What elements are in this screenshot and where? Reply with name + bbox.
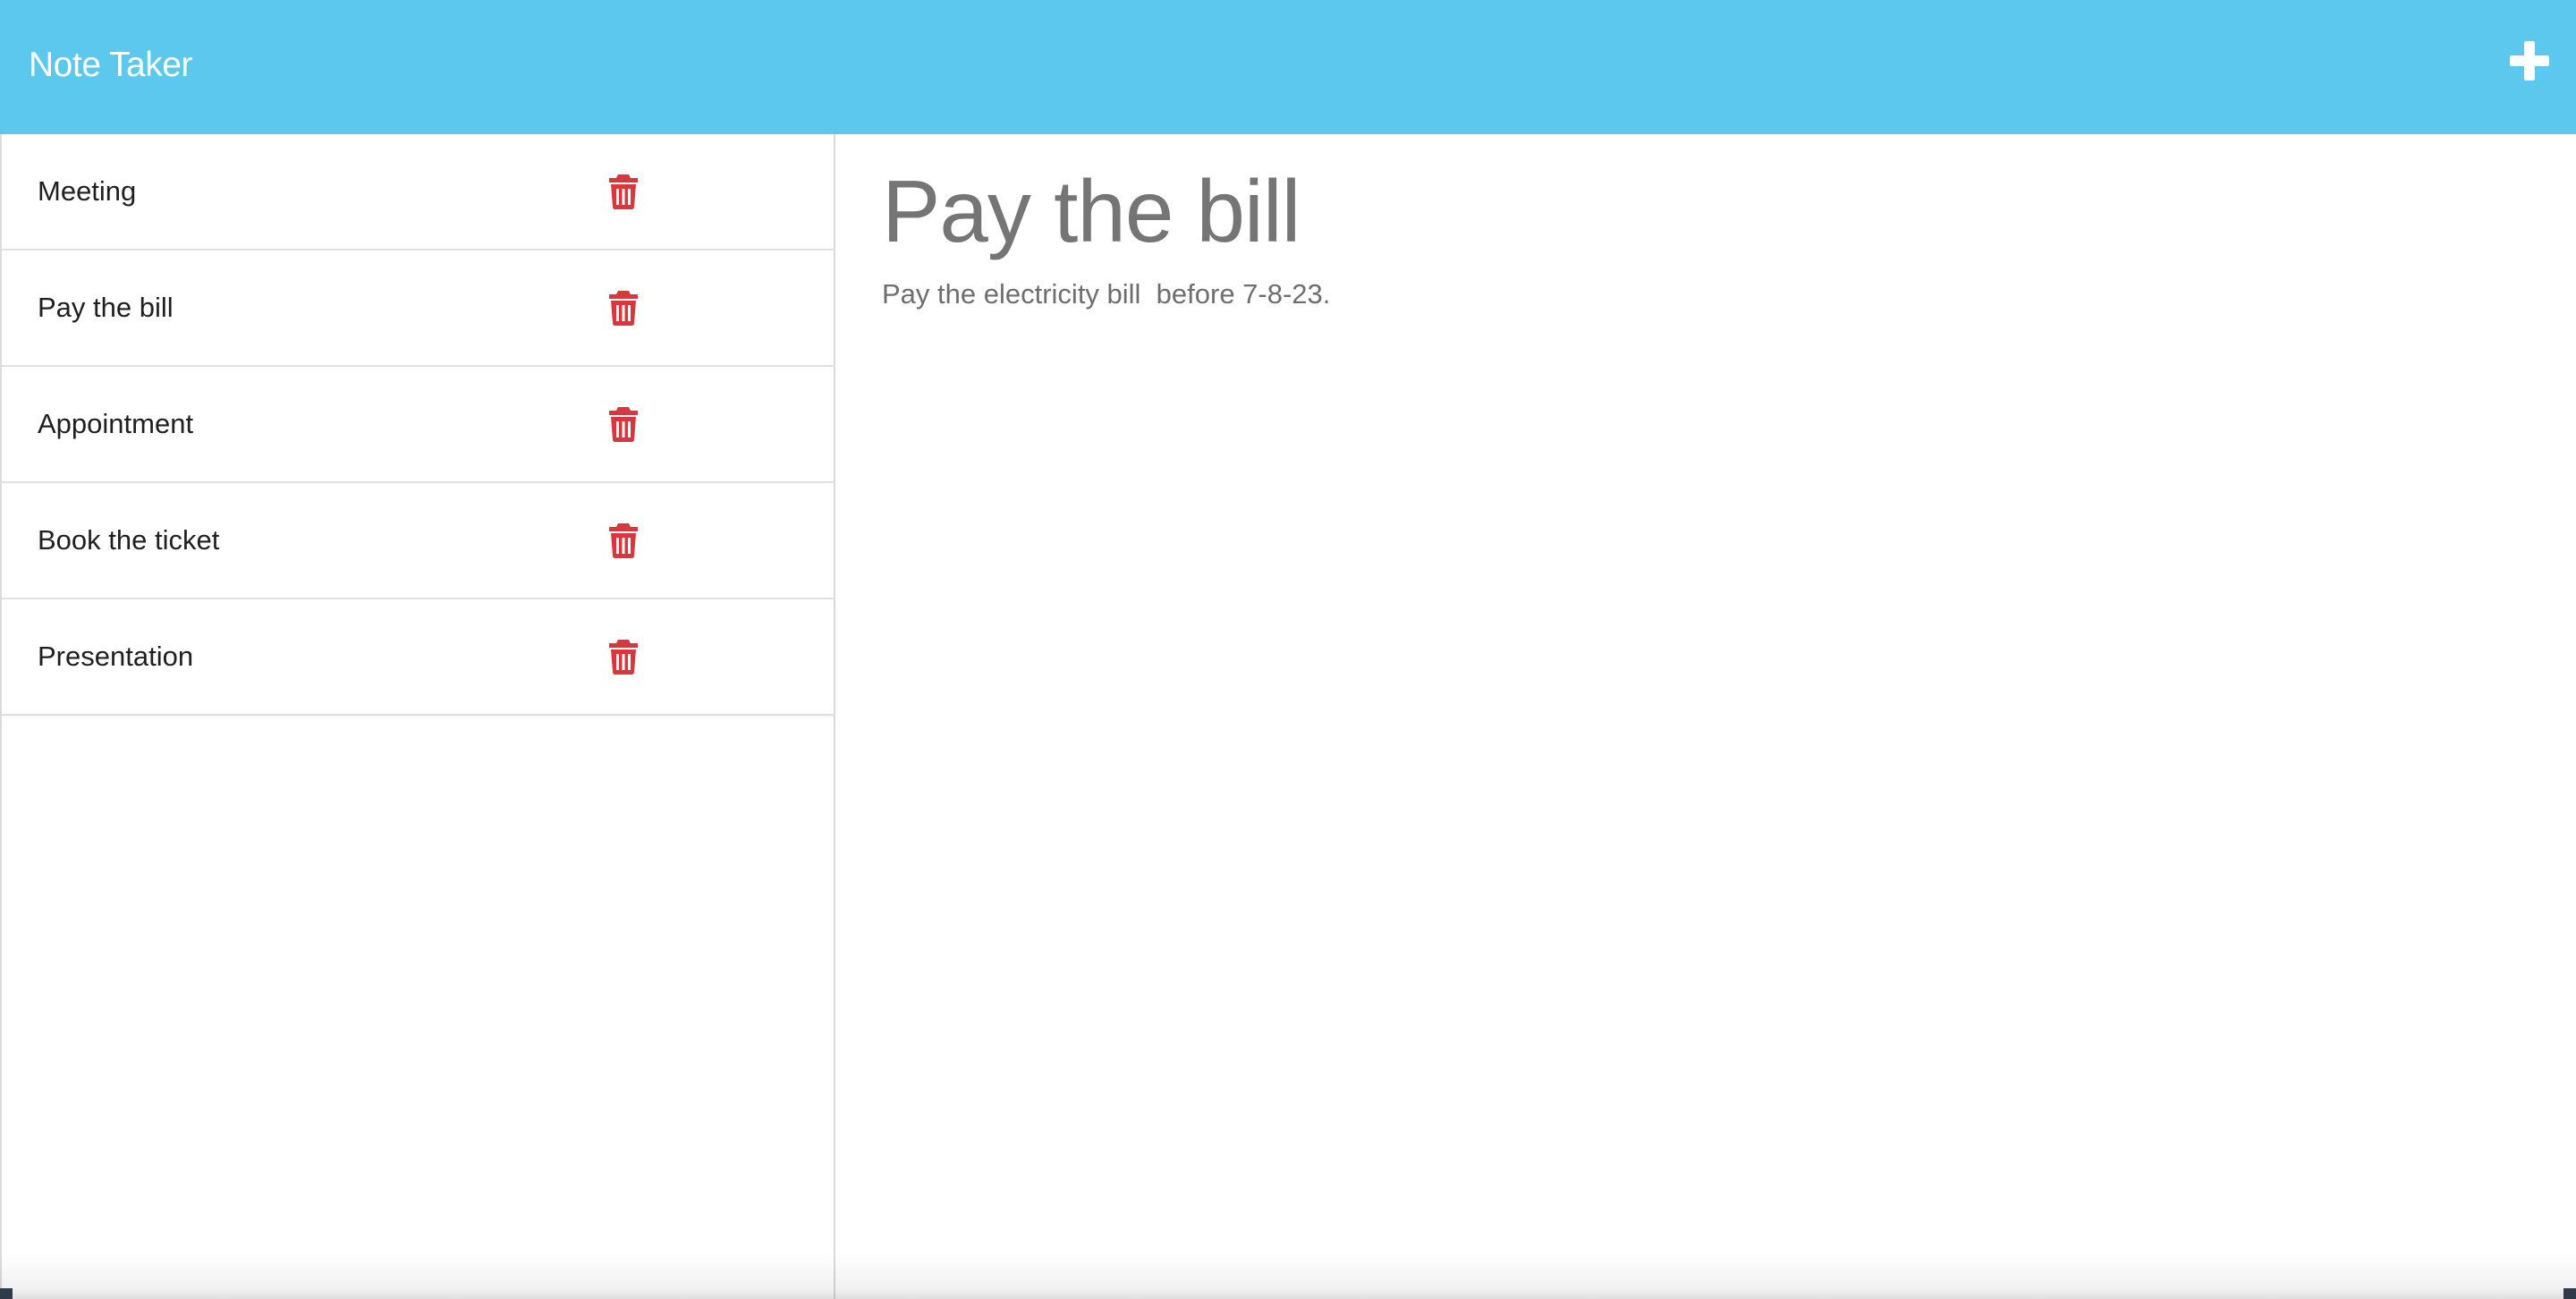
delete-note-button[interactable] xyxy=(608,639,639,675)
note-list-item-title[interactable]: Pay the bill xyxy=(38,290,174,326)
note-list: Meeting Pay the bill Appointment Book th… xyxy=(2,134,835,716)
delete-note-button[interactable] xyxy=(608,174,639,209)
delete-note-button[interactable] xyxy=(608,290,639,326)
trash-icon xyxy=(609,291,638,326)
note-list-item-title[interactable]: Meeting xyxy=(38,174,136,209)
note-editor: Pay the electricity bill before 7-8-23. xyxy=(835,134,2576,1299)
trash-icon xyxy=(609,407,638,442)
note-list-item[interactable]: Appointment xyxy=(2,367,835,483)
note-title-input[interactable] xyxy=(882,157,2492,265)
note-list-item[interactable]: Presentation xyxy=(2,599,835,716)
window-corner-right xyxy=(2563,1288,2576,1299)
trash-icon xyxy=(609,523,638,558)
delete-note-button[interactable] xyxy=(608,522,639,558)
note-list-item-title[interactable]: Book the ticket xyxy=(38,522,219,558)
app-title[interactable]: Note Taker xyxy=(29,43,192,88)
note-list-item[interactable]: Pay the bill xyxy=(2,250,835,367)
note-list-item[interactable]: Book the ticket xyxy=(2,483,835,599)
window-corner-left xyxy=(0,1288,13,1299)
delete-note-button[interactable] xyxy=(608,406,639,442)
new-note-button[interactable] xyxy=(2504,38,2555,88)
note-list-item-title[interactable]: Appointment xyxy=(38,406,193,442)
navbar: Note Taker xyxy=(0,0,2576,134)
trash-icon xyxy=(609,640,638,675)
note-list-sidebar: Meeting Pay the bill Appointment Book th… xyxy=(0,134,835,1299)
note-list-item-title[interactable]: Presentation xyxy=(38,639,193,675)
plus-icon xyxy=(2510,41,2549,81)
note-list-item[interactable]: Meeting xyxy=(2,134,835,250)
note-text-area[interactable]: Pay the electricity bill before 7-8-23. xyxy=(882,276,2492,1081)
trash-icon xyxy=(609,174,638,209)
